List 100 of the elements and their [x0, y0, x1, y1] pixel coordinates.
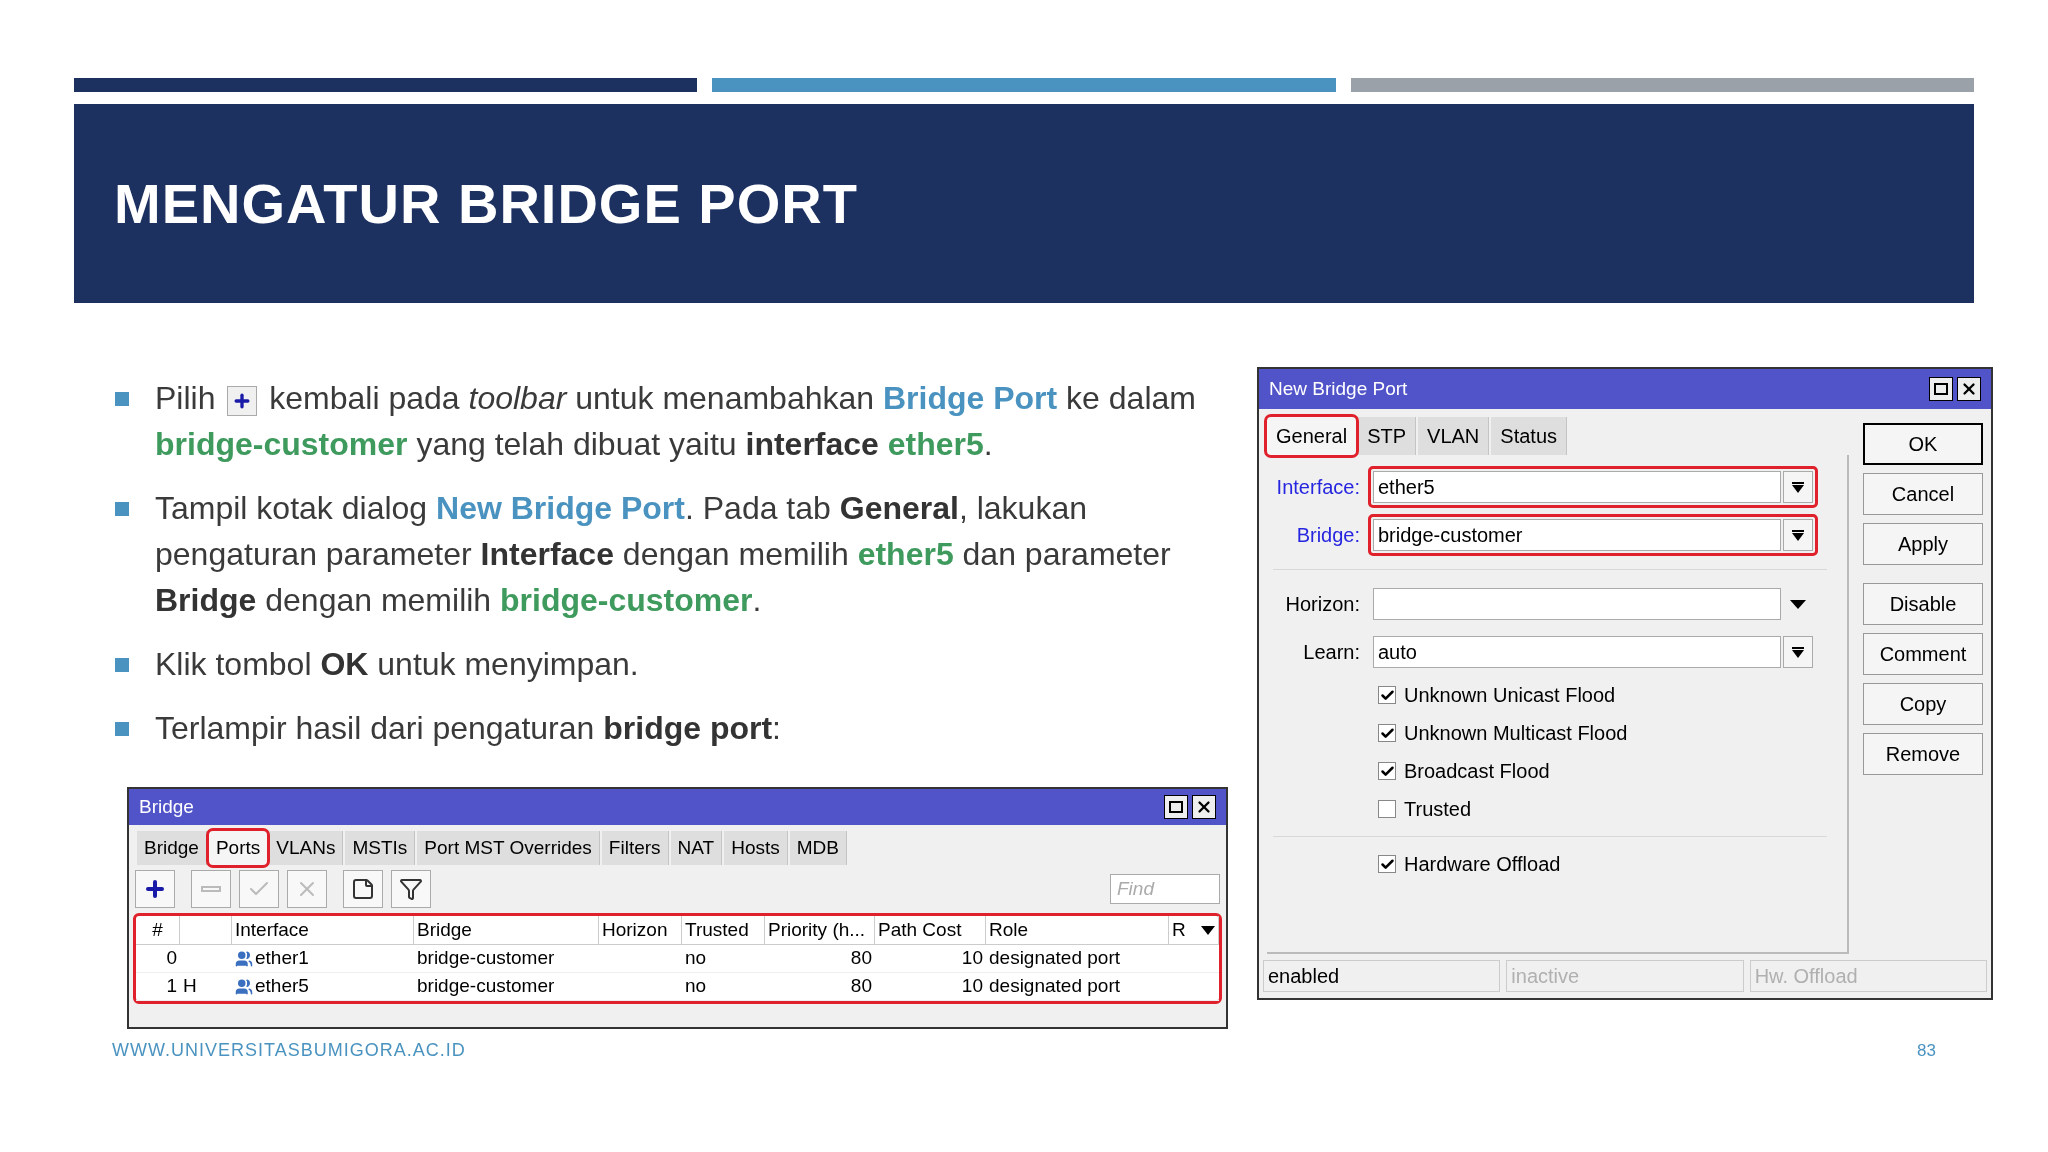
- column-header[interactable]: Interface: [232, 916, 414, 944]
- checkbox-label: Broadcast Flood: [1404, 759, 1550, 784]
- column-header[interactable]: Bridge: [414, 916, 599, 944]
- checkbox[interactable]: [1378, 800, 1396, 818]
- users-icon: [235, 949, 253, 968]
- input-field[interactable]: ether5: [1373, 471, 1781, 503]
- filter-icon: [399, 877, 423, 901]
- table-cell-text: 10: [960, 946, 984, 971]
- combo-field[interactable]: bridge-customer: [1368, 514, 1818, 556]
- combo-field[interactable]: auto: [1368, 631, 1818, 673]
- table-cell-text: designated port: [988, 974, 1121, 999]
- close-icon[interactable]: [1957, 377, 1981, 401]
- bullet-marker: [115, 502, 129, 516]
- slide-title: MENGATUR BRIDGE PORT: [114, 170, 858, 237]
- input-field[interactable]: bridge-customer: [1373, 519, 1781, 551]
- dropdown-arrow-icon[interactable]: [1790, 599, 1806, 609]
- users-icon: [235, 977, 253, 996]
- table-cell-text: ether1: [255, 946, 309, 971]
- bullet-text: Pilih kembali pada toolbar untuk menambahkan Bridge Port ke dalam bridge-customer yang telah dibuat yaitu interface ether5.: [155, 379, 1197, 464]
- table-cell-text: ether5: [255, 974, 309, 999]
- maximize-icon[interactable]: [1929, 377, 1953, 401]
- status-field: inactive: [1506, 960, 1744, 992]
- close-icon[interactable]: [1192, 795, 1216, 819]
- dropdown-button[interactable]: [1783, 519, 1813, 551]
- tab[interactable]: STP: [1358, 417, 1417, 455]
- tab[interactable]: Hosts: [724, 831, 788, 865]
- bullet-marker: [115, 722, 129, 736]
- bullet-marker: [115, 392, 129, 406]
- comment-tool-button[interactable]: [343, 870, 383, 908]
- checkbox[interactable]: [1378, 724, 1396, 742]
- dialog-button[interactable]: Apply: [1863, 523, 1983, 565]
- table-cell-text: no: [684, 946, 708, 971]
- checkbox[interactable]: [1378, 762, 1396, 780]
- field-label: Bridge:: [1295, 523, 1361, 548]
- bullet-text: Tampil kotak dialog New Bridge Port. Pada tab General, lakukan pengaturan parameter Interface dengan memilih ether5 dan parameter Bridge dengan memilih bridge-customer.: [155, 489, 1172, 620]
- tab[interactable]: Port MST Overrides: [417, 831, 600, 865]
- table-cell-text: no: [684, 974, 708, 999]
- table-cell-text: H: [182, 974, 198, 999]
- page-number: 83: [1917, 1039, 1936, 1062]
- dialog-button[interactable]: OK: [1863, 423, 1983, 465]
- plus-icon: [227, 385, 258, 416]
- tab[interactable]: VLANs: [269, 831, 344, 865]
- combo-field[interactable]: ether5: [1368, 466, 1818, 508]
- field-label: Interface:: [1275, 475, 1361, 500]
- dialog-button[interactable]: Comment: [1863, 633, 1983, 675]
- table-cell-text: 1: [165, 974, 178, 999]
- checkbox-label: Hardware Offload: [1404, 852, 1561, 877]
- find-field[interactable]: Find: [1110, 874, 1220, 904]
- dialog-button[interactable]: Disable: [1863, 583, 1983, 625]
- tab[interactable]: NAT: [670, 831, 723, 865]
- checkbox-label: Trusted: [1404, 797, 1472, 822]
- dropdown-button[interactable]: [1783, 636, 1813, 668]
- column-header[interactable]: R: [1169, 916, 1219, 944]
- tab[interactable]: Filters: [601, 831, 669, 865]
- dialog-button[interactable]: Remove: [1863, 733, 1983, 775]
- bullet-marker: [115, 658, 129, 672]
- tab[interactable]: Bridge: [137, 831, 207, 865]
- dialog-button[interactable]: Cancel: [1863, 473, 1983, 515]
- table-cell-text: 0: [165, 946, 178, 971]
- input-field[interactable]: [1373, 588, 1781, 620]
- column-header[interactable]: Priority (h...: [765, 916, 875, 944]
- table-cell-text: designated port: [988, 946, 1121, 971]
- column-header[interactable]: Role: [986, 916, 1169, 944]
- column-header[interactable]: Trusted: [682, 916, 765, 944]
- checkbox[interactable]: [1378, 686, 1396, 704]
- tab[interactable]: General: [1267, 417, 1357, 455]
- comment-icon: [351, 877, 375, 901]
- status-field: enabled: [1263, 960, 1501, 992]
- filter-tool-button[interactable]: [391, 870, 431, 908]
- tab[interactable]: VLAN: [1418, 417, 1490, 455]
- table-cell-text: 10: [960, 974, 984, 999]
- input-field[interactable]: auto: [1373, 636, 1781, 668]
- tab[interactable]: Ports: [208, 831, 268, 865]
- field-label: Learn:: [1302, 640, 1361, 665]
- remove-icon: [201, 886, 221, 892]
- add-icon: [143, 877, 167, 901]
- window-title: New Bridge Port: [1269, 376, 1408, 401]
- dropdown-arrow-icon[interactable]: [1201, 925, 1215, 935]
- status-field: Hw. Offload: [1749, 960, 1987, 992]
- add-tool-button[interactable]: [135, 870, 175, 908]
- maximize-icon[interactable]: [1164, 795, 1188, 819]
- bullet-text: Klik tombol OK untuk menyimpan.: [155, 645, 639, 684]
- field-label: Horizon:: [1284, 592, 1361, 617]
- checkbox-label: Unknown Unicast Flood: [1404, 683, 1616, 708]
- dropdown-button[interactable]: [1783, 471, 1813, 503]
- table-cell-text: 80: [849, 974, 873, 999]
- tab[interactable]: MDB: [789, 831, 847, 865]
- checkbox[interactable]: [1378, 855, 1396, 873]
- tab[interactable]: Status: [1491, 417, 1567, 455]
- table-cell-text: 80: [849, 946, 873, 971]
- tab[interactable]: MSTIs: [345, 831, 416, 865]
- window-title: Bridge: [139, 794, 194, 819]
- dialog-button[interactable]: Copy: [1863, 683, 1983, 725]
- bullet-text: Terlampir hasil dari pengaturan bridge port:: [155, 709, 781, 748]
- column-header[interactable]: Horizon: [599, 916, 682, 944]
- table-cell-text: bridge-customer: [416, 946, 556, 971]
- column-header[interactable]: #: [136, 916, 180, 944]
- column-header[interactable]: Path Cost: [875, 916, 986, 944]
- table-cell-text: bridge-customer: [416, 974, 556, 999]
- checkbox-label: Unknown Multicast Flood: [1404, 721, 1628, 746]
